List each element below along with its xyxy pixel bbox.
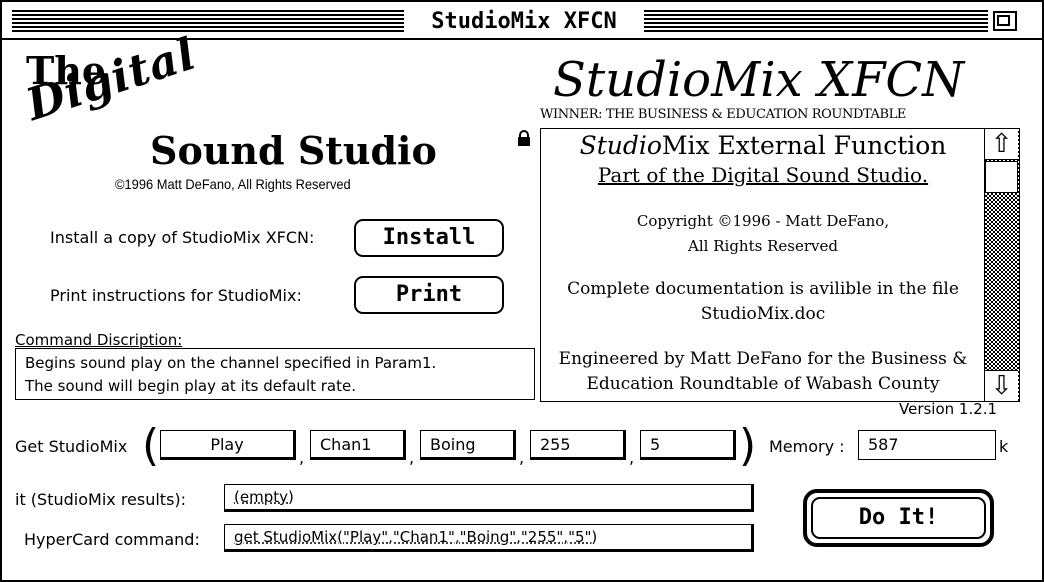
memory-field[interactable]: 587: [858, 430, 996, 460]
command-description-line: Begins sound play on the channel specifi…: [25, 354, 437, 372]
zoom-box-icon[interactable]: [993, 11, 1017, 31]
title-bar-stripes-left: [12, 10, 404, 32]
command-description-label: Command Discription:: [15, 331, 183, 349]
memory-label: Memory :: [769, 437, 845, 456]
title-bar-stripes-right: [644, 10, 988, 32]
window-title: StudioMix XFCN: [407, 8, 641, 36]
logo-sound-studio: Sound Studio: [150, 128, 437, 173]
install-button[interactable]: Install: [354, 219, 504, 257]
results-label: it (StudioMix results):: [15, 490, 187, 509]
param-rate-field[interactable]: 5: [640, 430, 736, 460]
info-scroll-box[interactable]: StudioMix External Function Part of the …: [540, 128, 1020, 402]
vertical-scrollbar[interactable]: ⇧ ⇩: [984, 129, 1019, 401]
scroll-thumb[interactable]: [985, 161, 1018, 193]
info-documentation-line: StudioMix.doc: [700, 304, 826, 324]
info-heading: StudioMix External Function: [541, 131, 985, 161]
title-bar[interactable]: StudioMix XFCN: [0, 0, 1044, 40]
info-engineered: Engineered by Matt DeFano for the Busine…: [541, 347, 985, 397]
comma-separator: ,: [629, 448, 635, 467]
print-label: Print instructions for StudioMix:: [50, 286, 302, 305]
info-documentation: Complete documentation is avilible in th…: [541, 277, 985, 327]
info-copyright: Copyright ©1996 - Matt DeFano, All Right…: [541, 209, 985, 259]
command-description-box: Begins sound play on the channel specifi…: [15, 348, 535, 400]
hypercard-command-label: HyperCard command:: [24, 530, 200, 549]
do-it-default-ring: Do It!: [803, 489, 994, 547]
info-heading-rest: Mix External Function: [661, 131, 947, 160]
info-engineered-line: Education Roundtable of Wabash County: [586, 374, 940, 394]
lock-icon: [518, 130, 530, 146]
info-copyright-line: Copyright ©1996 - Matt DeFano,: [636, 212, 890, 230]
memory-unit: k: [999, 437, 1009, 456]
hypercard-command-value: get StudioMix("Play","Chan1","Boing","25…: [234, 528, 598, 546]
info-heading-italic: Studio: [579, 131, 662, 160]
comma-separator: ,: [519, 448, 525, 467]
print-button[interactable]: Print: [354, 276, 504, 314]
results-field[interactable]: (empty): [224, 484, 754, 512]
info-copyright-line: All Rights Reserved: [688, 237, 838, 255]
param-channel-field[interactable]: Chan1: [310, 430, 406, 460]
do-it-button[interactable]: Do It!: [811, 497, 986, 539]
hypercard-command-field[interactable]: get StudioMix("Play","Chan1","Boing","25…: [224, 524, 754, 552]
close-paren: ): [739, 420, 757, 471]
info-subheading: Part of the Digital Sound Studio.: [597, 163, 929, 187]
get-studiomix-label: Get StudioMix: [15, 437, 128, 456]
results-value: (empty): [234, 488, 294, 506]
info-content: StudioMix External Function Part of the …: [541, 129, 985, 397]
studiomix-xfcn-logo: StudioMix XFCN: [553, 52, 965, 108]
info-documentation-line: Complete documentation is avilible in th…: [567, 279, 959, 299]
scroll-up-arrow-icon[interactable]: ⇧: [985, 129, 1018, 160]
info-engineered-line: Engineered by Matt DeFano for the Busine…: [558, 349, 968, 369]
param-sound-field[interactable]: Boing: [420, 430, 516, 460]
scroll-down-arrow-icon[interactable]: ⇩: [985, 370, 1018, 401]
param-volume-field[interactable]: 255: [530, 430, 626, 460]
version-text: Version 1.2.1: [899, 400, 998, 418]
command-description-line: The sound will begin play at its default…: [25, 377, 356, 395]
winner-text: WINNER: THE BUSINESS & EDUCATION ROUNDTA…: [540, 107, 906, 122]
install-label: Install a copy of StudioMix XFCN:: [50, 228, 315, 247]
comma-separator: ,: [299, 448, 305, 467]
open-paren: (: [142, 420, 160, 471]
param-action-field[interactable]: Play: [160, 430, 296, 460]
copyright-text: ©1996 Matt DeFano, All Rights Reserved: [115, 176, 351, 192]
comma-separator: ,: [409, 448, 415, 467]
